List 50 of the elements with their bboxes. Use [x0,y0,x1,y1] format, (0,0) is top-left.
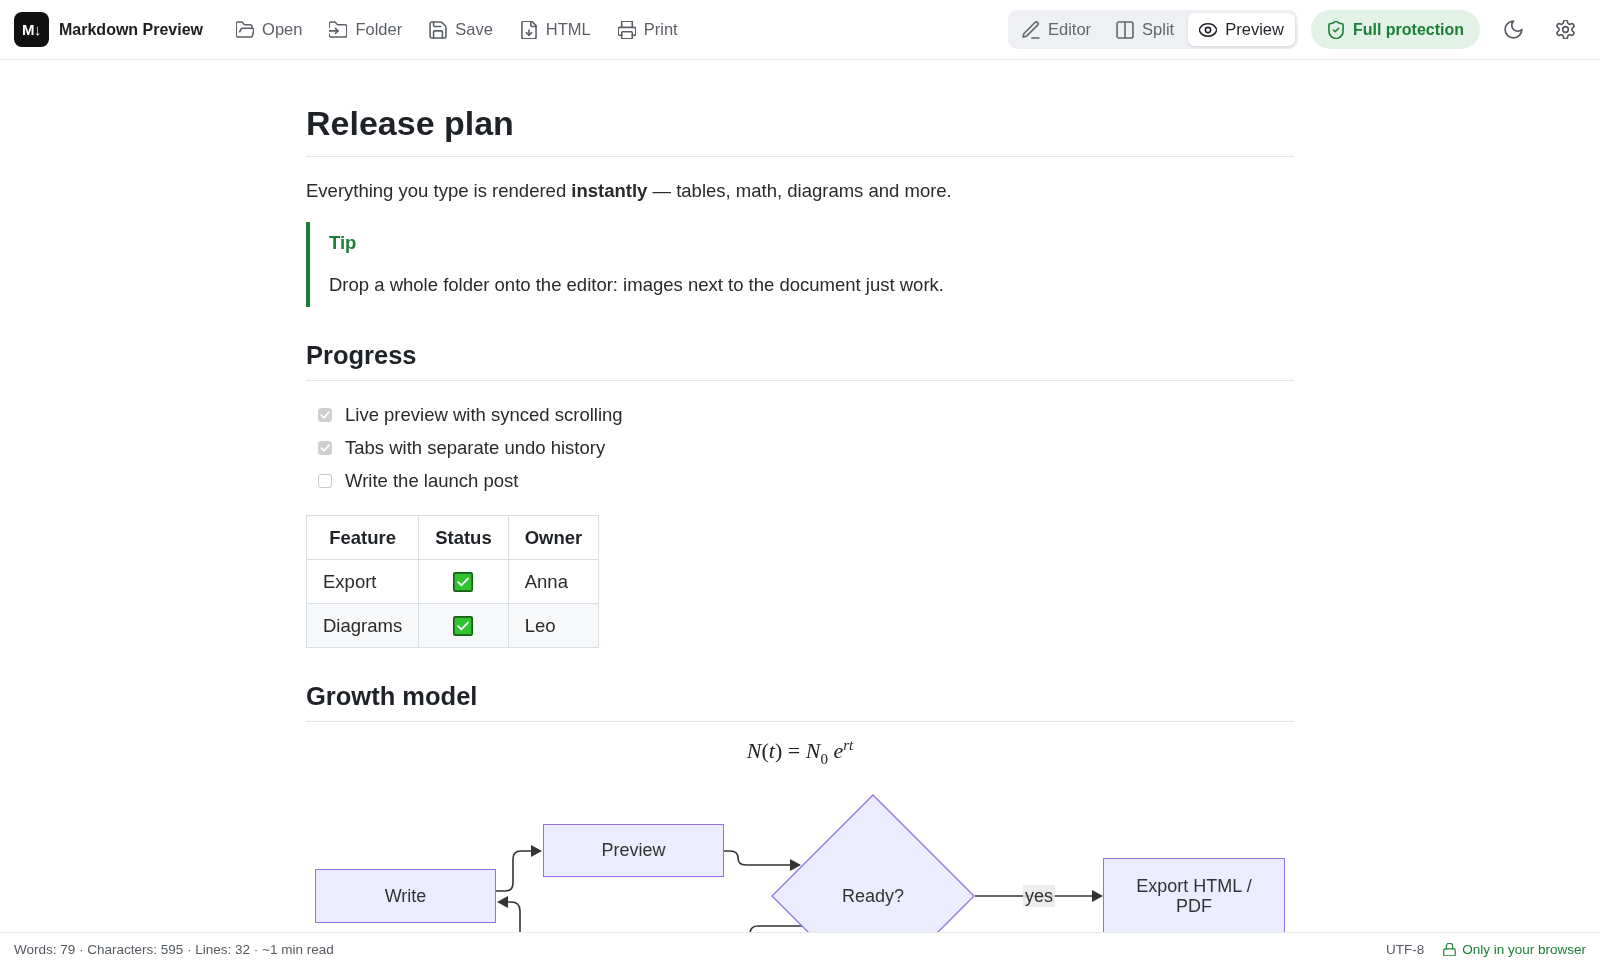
printer-icon [617,20,636,39]
connector-line [749,924,804,932]
toolbar-button[interactable]: HTML [511,14,599,45]
view-mode-tab[interactable]: Split [1105,13,1186,46]
app-logo: M↓ [14,12,49,47]
node-label: Ready? [841,885,904,906]
task-label: Live preview with synced scrolling [345,403,623,426]
encoding-label: UTF-8 [1385,941,1425,957]
math-formula: N(t) = N$_{0}$ e$^{rt}$ [745,736,855,769]
eye-icon [1199,20,1218,39]
task-label: Write the launch post [345,469,519,492]
table-cell: Diagrams [306,603,419,648]
process-node: Preview [543,823,724,877]
connector-arrow [497,895,521,932]
toolbar-button[interactable]: Open [228,14,311,45]
page-title: Release plan [306,102,1294,157]
protection-button[interactable]: Full protection [1310,10,1480,49]
document-stats: Words: 79 · Characters: 595 · Lines: 32 · ~1 min read [14,941,334,957]
privacy-status: Only in your browser [1462,941,1586,957]
section-heading: Progress [306,340,1294,381]
toolbar-button[interactable]: Folder [321,14,411,45]
process-node: Write [315,868,496,923]
folder-arrow-icon [329,20,348,39]
view-mode-tab[interactable]: Preview [1188,13,1295,46]
settings-icon[interactable] [1556,20,1575,39]
column-header: Owner [508,515,599,560]
column-header: Status [418,515,509,560]
moon-icon[interactable] [1504,20,1523,39]
process-node: Export HTML / PDF [1103,857,1285,932]
edge-label: yes [1023,884,1055,907]
toolbar-button[interactable]: Save [421,14,501,45]
connector-arrow [495,844,542,892]
pencil-icon [1022,20,1040,39]
table-cell: Anna [508,559,599,604]
folder-icon [236,20,255,39]
callout-title: Tip [329,231,358,255]
intro-paragraph: Everything you type is rendered instantly — tables, math, diagrams and more. [306,179,953,203]
file-download-icon [519,20,538,39]
section-heading: Growth model [306,681,1294,722]
table-cell: Export [306,559,419,604]
toolbar-button[interactable]: Print [609,14,686,45]
table-cell: Leo [508,603,599,648]
view-mode-tab[interactable]: Editor [1011,13,1103,46]
lock-icon [1443,942,1457,956]
shield-check-icon [1326,20,1345,39]
app-name: Markdown Preview [59,20,204,39]
callout-text: Drop a whole folder onto the editor: images next to the document just work. [329,273,945,297]
columns-icon [1116,20,1135,39]
task-label: Tabs with separate undo history [345,436,606,459]
column-header: Feature [306,515,419,560]
